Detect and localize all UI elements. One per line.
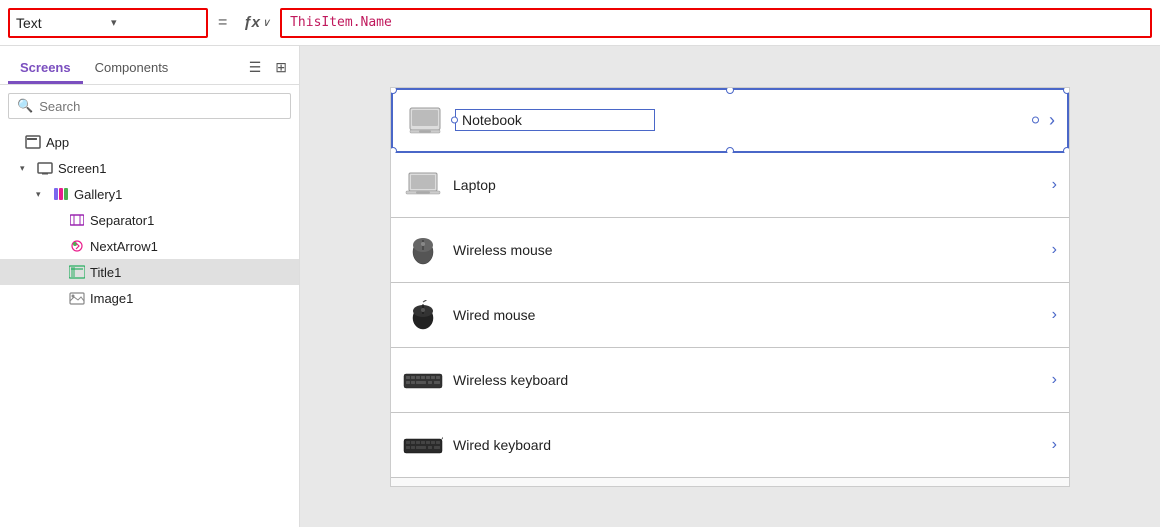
equals-sign: =	[214, 14, 231, 32]
fx-chevron: ∨	[262, 16, 270, 29]
gallery-item-laptop[interactable]: Laptop ›	[391, 153, 1069, 218]
tree-label-separator1: Separator1	[90, 213, 154, 228]
main-layout: Screens Components ☰ ⊞ 🔍 App	[0, 46, 1160, 527]
laptop-label: Laptop	[453, 177, 1042, 193]
notebook-label-text: Notebook	[462, 112, 522, 128]
separator-icon	[68, 211, 86, 229]
laptop-arrow: ›	[1052, 176, 1057, 194]
property-dropdown-chevron: ▾	[111, 16, 200, 29]
tree-item-image1[interactable]: Image1	[0, 285, 299, 311]
tree-item-title1[interactable]: Title1	[0, 259, 299, 285]
app-canvas: Notebook ›	[390, 87, 1070, 487]
tree-label-nextarrow1: NextArrow1	[90, 239, 158, 254]
tree-arrow-screen1: ▾	[20, 163, 32, 174]
wireless-keyboard-image	[403, 360, 443, 400]
fx-button[interactable]: ƒx ∨	[237, 12, 276, 33]
gallery-item-notebook[interactable]: Notebook ›	[391, 88, 1069, 153]
nextarrow-icon	[68, 237, 86, 255]
wired-keyboard-image	[403, 425, 443, 465]
wired-mouse-arrow: ›	[1052, 306, 1057, 324]
sidebar: Screens Components ☰ ⊞ 🔍 App	[0, 46, 300, 527]
wireless-mouse-arrow: ›	[1052, 241, 1057, 259]
tree-label-app: App	[46, 135, 69, 150]
handle-tr	[1063, 88, 1069, 94]
canvas-area: Notebook ›	[300, 46, 1160, 527]
search-icon: 🔍	[17, 98, 33, 114]
wireless-keyboard-arrow: ›	[1052, 371, 1057, 389]
tree-item-screen1[interactable]: ▾ Screen1	[0, 155, 299, 181]
sidebar-tab-icons: ☰ ⊞	[245, 57, 291, 82]
tree: App ▾ Screen1 ▾ Ga	[0, 125, 299, 527]
handle-tm	[726, 88, 734, 94]
tree-label-image1: Image1	[90, 291, 133, 306]
notebook-image	[405, 100, 445, 140]
tab-screens[interactable]: Screens	[8, 54, 83, 84]
wireless-mouse-image	[403, 230, 443, 270]
wired-keyboard-label: Wired keyboard	[453, 437, 1042, 453]
app-icon	[24, 133, 42, 151]
wireless-mouse-label: Wireless mouse	[453, 242, 1042, 258]
gallery-item-wired-keyboard[interactable]: Wired keyboard ›	[391, 413, 1069, 478]
gallery-item-wireless-keyboard[interactable]: Wireless keyboard ›	[391, 348, 1069, 413]
fx-label: ƒx	[243, 14, 260, 31]
wired-mouse-image	[403, 295, 443, 335]
tree-arrow-gallery1: ▾	[36, 189, 48, 200]
wired-mouse-label: Wired mouse	[453, 307, 1042, 323]
gallery-list: Notebook ›	[391, 88, 1069, 486]
tree-item-nextarrow1[interactable]: NextArrow1	[0, 233, 299, 259]
label-handle-left	[451, 117, 458, 124]
wired-keyboard-arrow: ›	[1052, 436, 1057, 454]
search-input[interactable]	[39, 99, 282, 114]
tree-item-gallery1[interactable]: ▾ Gallery1	[0, 181, 299, 207]
sidebar-tabs: Screens Components ☰ ⊞	[0, 46, 299, 85]
property-label: Text	[16, 15, 105, 31]
top-bar: Text ▾ = ƒx ∨ ThisItem.Name	[0, 0, 1160, 46]
search-box: 🔍	[8, 93, 291, 119]
tree-item-separator1[interactable]: Separator1	[0, 207, 299, 233]
formula-text: ThisItem.Name	[290, 15, 392, 30]
tab-components[interactable]: Components	[83, 54, 181, 84]
gallery-icon	[52, 185, 70, 203]
gallery-item-wireless-mouse[interactable]: Wireless mouse ›	[391, 218, 1069, 283]
screen-icon	[36, 159, 54, 177]
list-view-icon[interactable]: ☰	[245, 57, 266, 78]
tree-label-screen1: Screen1	[58, 161, 106, 176]
title-icon	[68, 263, 86, 281]
tree-item-app[interactable]: App	[0, 129, 299, 155]
image-icon	[68, 289, 86, 307]
property-selector[interactable]: Text ▾	[8, 8, 208, 38]
laptop-image	[403, 165, 443, 205]
formula-value-display[interactable]: ThisItem.Name	[280, 8, 1152, 38]
label-handle-right	[1032, 117, 1039, 124]
tree-label-gallery1: Gallery1	[74, 187, 122, 202]
gallery-item-wired-mouse[interactable]: Wired mouse ›	[391, 283, 1069, 348]
notebook-label-box: Notebook	[455, 109, 655, 131]
notebook-arrow: ›	[1049, 110, 1055, 131]
grid-view-icon[interactable]: ⊞	[271, 57, 291, 78]
formula-bar: ƒx ∨ ThisItem.Name	[237, 8, 1152, 38]
notebook-label-container: Notebook	[455, 109, 1035, 131]
wireless-keyboard-label: Wireless keyboard	[453, 372, 1042, 388]
tree-label-title1: Title1	[90, 265, 121, 280]
handle-tl	[391, 88, 397, 94]
